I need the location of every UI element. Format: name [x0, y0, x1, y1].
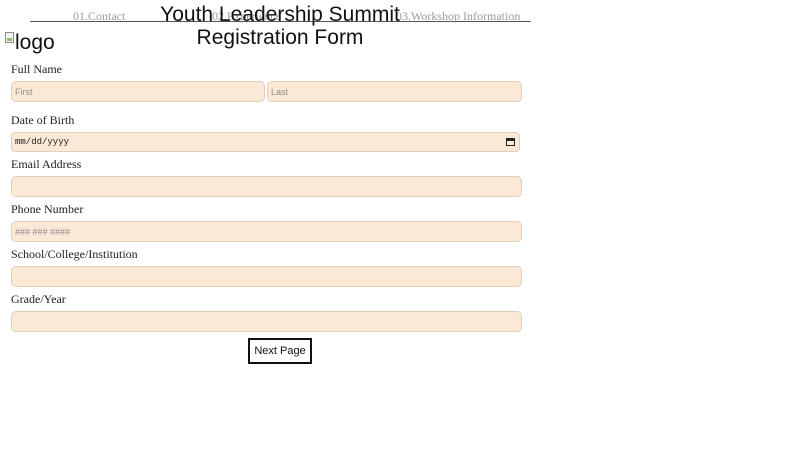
- email-input[interactable]: [11, 176, 522, 197]
- logo-alt-text: logo: [15, 31, 55, 54]
- dob-value: mm/dd/yyyy: [15, 137, 70, 147]
- email-label: Email Address: [11, 157, 82, 171]
- grade-label: Grade/Year: [11, 292, 66, 306]
- grade-input[interactable]: [11, 311, 522, 332]
- phone-label: Phone Number: [11, 202, 84, 216]
- next-page-button[interactable]: Next Page: [248, 338, 312, 364]
- phone-input[interactable]: [11, 221, 522, 242]
- dob-label: Date of Birth: [11, 113, 75, 127]
- dob-input[interactable]: mm/dd/yyyy: [11, 132, 520, 152]
- school-label: School/College/Institution: [11, 247, 138, 261]
- last-name-input[interactable]: [267, 81, 522, 102]
- logo: logo: [5, 31, 55, 55]
- page-title: Youth Leadership Summit Registration For…: [160, 3, 400, 49]
- full-name-label: Full Name: [11, 62, 62, 76]
- step-contact[interactable]: 01.Contact: [73, 9, 125, 24]
- school-input[interactable]: [11, 266, 522, 287]
- calendar-icon[interactable]: [506, 138, 515, 146]
- broken-image-icon: [5, 31, 14, 43]
- first-name-input[interactable]: [11, 81, 265, 102]
